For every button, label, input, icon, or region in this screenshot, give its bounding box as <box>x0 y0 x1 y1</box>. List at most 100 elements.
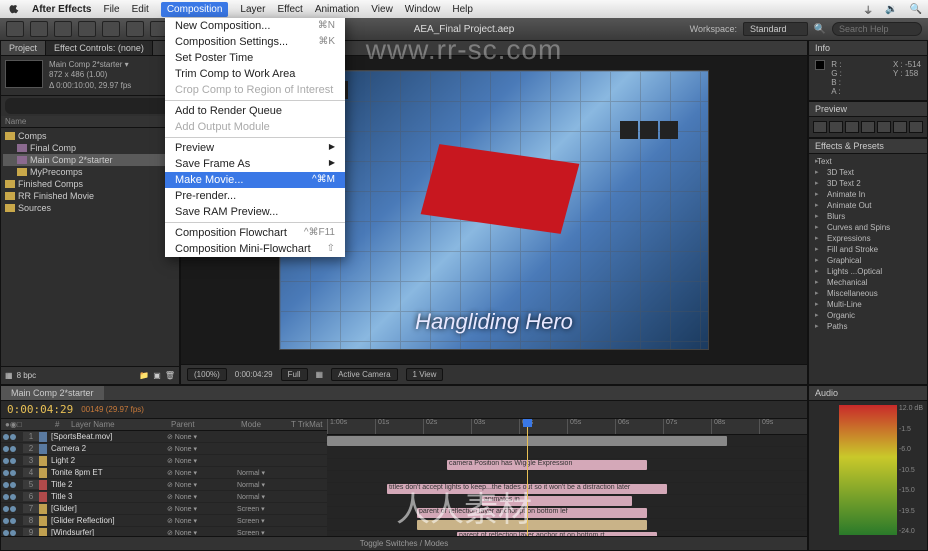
apple-icon[interactable] <box>6 1 20 18</box>
layer-switches[interactable] <box>1 458 23 464</box>
layer-parent[interactable]: ⊘ None ▾ <box>167 529 237 537</box>
fx-category[interactable]: Text <box>813 156 923 167</box>
search-help-input[interactable] <box>832 22 922 36</box>
wifi-icon[interactable]: ⏚ <box>863 2 873 17</box>
track[interactable] <box>327 471 807 483</box>
layer-color[interactable] <box>39 432 47 442</box>
menu-item[interactable]: Pre-render... <box>165 188 345 204</box>
layer-color[interactable] <box>39 468 47 478</box>
layer-switches[interactable] <box>1 494 23 500</box>
project-search[interactable] <box>5 98 175 114</box>
fx-preset[interactable]: Fill and Stroke <box>813 244 923 255</box>
toggle-switches[interactable]: Toggle Switches / Modes <box>1 536 807 550</box>
layer-color[interactable] <box>39 516 47 526</box>
bpc-toggle[interactable]: 8 bpc <box>17 371 37 380</box>
layer-parent[interactable]: ⊘ None ▾ <box>167 481 237 489</box>
col-trkmat[interactable]: T TrkMat <box>287 420 327 429</box>
layer-mode[interactable]: Screen ▾ <box>237 517 287 525</box>
tool-hand[interactable] <box>30 21 48 37</box>
menu-item[interactable]: Save RAM Preview... <box>165 204 345 220</box>
volume-icon[interactable]: 🔉 <box>885 4 897 15</box>
layer-bar[interactable]: animates in <box>482 496 632 506</box>
menu-edit[interactable]: Edit <box>132 4 149 15</box>
tool-selection[interactable] <box>6 21 24 37</box>
layer-color[interactable] <box>39 492 47 502</box>
track[interactable]: titles don't accept lights to keep...the… <box>327 483 807 495</box>
track[interactable]: parent of reflection layer anchor pt on … <box>327 507 807 519</box>
menu-item[interactable]: New Composition...⌘N <box>165 18 345 34</box>
layer-row[interactable]: 2 Camera 2 ⊘ None ▾ <box>1 443 327 455</box>
fx-preset[interactable]: Multi-Line <box>813 299 923 310</box>
first-frame-button[interactable] <box>813 121 827 133</box>
time-ruler[interactable]: 1:00s01s02s03s04s05s06s07s08s09s <box>327 419 807 435</box>
fx-preset[interactable]: Mechanical <box>813 277 923 288</box>
track[interactable] <box>327 435 807 447</box>
fx-preset[interactable]: 3D Text 2 <box>813 178 923 189</box>
project-item[interactable]: Comps <box>3 130 177 142</box>
menu-item[interactable]: Trim Comp to Work Area <box>165 66 345 82</box>
layer-parent[interactable]: ⊘ None ▾ <box>167 457 237 465</box>
menu-item[interactable]: Save Frame As▶ <box>165 156 345 172</box>
spotlight-icon[interactable]: 🔍 <box>910 4 922 15</box>
menu-view[interactable]: View <box>371 4 393 15</box>
layer-mode[interactable]: Normal ▾ <box>237 481 287 489</box>
fx-preset[interactable]: Animate In <box>813 189 923 200</box>
project-item[interactable]: MyPrecomps <box>3 166 177 178</box>
track[interactable] <box>327 447 807 459</box>
layer-color[interactable] <box>39 504 47 514</box>
trash-icon[interactable]: 🗑 <box>165 371 175 380</box>
layer-row[interactable]: 5 Title 2 ⊘ None ▾ Normal ▾ <box>1 479 327 491</box>
menu-item[interactable]: Preview▶ <box>165 140 345 156</box>
mute-button[interactable] <box>893 121 907 133</box>
prev-frame-button[interactable] <box>829 121 843 133</box>
col-parent[interactable]: Parent <box>167 420 237 429</box>
menu-composition[interactable]: Composition <box>161 2 229 17</box>
layer-parent[interactable]: ⊘ None ▾ <box>167 493 237 501</box>
menu-window[interactable]: Window <box>405 4 441 15</box>
layer-switches[interactable] <box>1 506 23 512</box>
layer-name[interactable]: [Glider] <box>47 504 167 513</box>
layer-switches[interactable] <box>1 446 23 452</box>
fx-preset[interactable]: Graphical <box>813 255 923 266</box>
tool-camera[interactable] <box>102 21 120 37</box>
layer-name[interactable]: [Windsurfer] <box>47 528 167 536</box>
tool-pan-behind[interactable] <box>126 21 144 37</box>
menu-help[interactable]: Help <box>452 4 473 15</box>
layer-color[interactable] <box>39 528 47 537</box>
last-frame-button[interactable] <box>877 121 891 133</box>
layer-mode[interactable]: Screen ▾ <box>237 505 287 513</box>
menu-item[interactable]: Set Poster Time <box>165 50 345 66</box>
menu-item[interactable]: Make Movie...^⌘M <box>165 172 345 188</box>
layer-bar[interactable]: parent of reflection layer anchor pt on … <box>457 532 657 536</box>
timeline-tab[interactable]: Main Comp 2*starter <box>1 386 104 400</box>
fx-preset[interactable]: Curves and Spins <box>813 222 923 233</box>
layer-mode[interactable]: Normal ▾ <box>237 469 287 477</box>
menu-animation[interactable]: Animation <box>315 4 359 15</box>
layer-name[interactable]: Title 2 <box>47 480 167 489</box>
layer-name[interactable]: Title 3 <box>47 492 167 501</box>
camera-selector[interactable]: Active Camera <box>331 368 397 381</box>
layer-name[interactable]: Camera 2 <box>47 444 167 453</box>
layer-bar[interactable]: camera Position has Wiggle Expression <box>447 460 647 470</box>
project-item[interactable]: Sources <box>3 202 177 214</box>
fx-preset[interactable]: Organic <box>813 310 923 321</box>
layer-switches[interactable] <box>1 482 23 488</box>
track[interactable] <box>327 519 807 531</box>
fx-preset[interactable]: Miscellaneous <box>813 288 923 299</box>
layer-row[interactable]: 1 [SportsBeat.mov] ⊘ None ▾ <box>1 431 327 443</box>
fx-preset[interactable]: 3D Text <box>813 167 923 178</box>
layer-name[interactable]: Light 2 <box>47 456 167 465</box>
menu-item[interactable]: Composition Settings...⌘K <box>165 34 345 50</box>
layer-bar[interactable]: parent of reflection layer anchor pt on … <box>417 508 647 518</box>
interpret-icon[interactable]: ▦ <box>5 371 13 380</box>
col-layer[interactable]: Layer Name <box>67 420 167 429</box>
layer-name[interactable]: [SportsBeat.mov] <box>47 432 167 441</box>
menu-effect[interactable]: Effect <box>277 4 302 15</box>
layer-parent[interactable]: ⊘ None ▾ <box>167 469 237 477</box>
layer-row[interactable]: 3 Light 2 ⊘ None ▾ <box>1 455 327 467</box>
col-mode[interactable]: Mode <box>237 420 287 429</box>
viewer-time[interactable]: 0:00:04:29 <box>235 370 273 379</box>
fx-preset[interactable]: Lights ...Optical <box>813 266 923 277</box>
playhead[interactable] <box>527 419 528 536</box>
layer-row[interactable]: 9 [Windsurfer] ⊘ None ▾ Screen ▾ <box>1 527 327 536</box>
